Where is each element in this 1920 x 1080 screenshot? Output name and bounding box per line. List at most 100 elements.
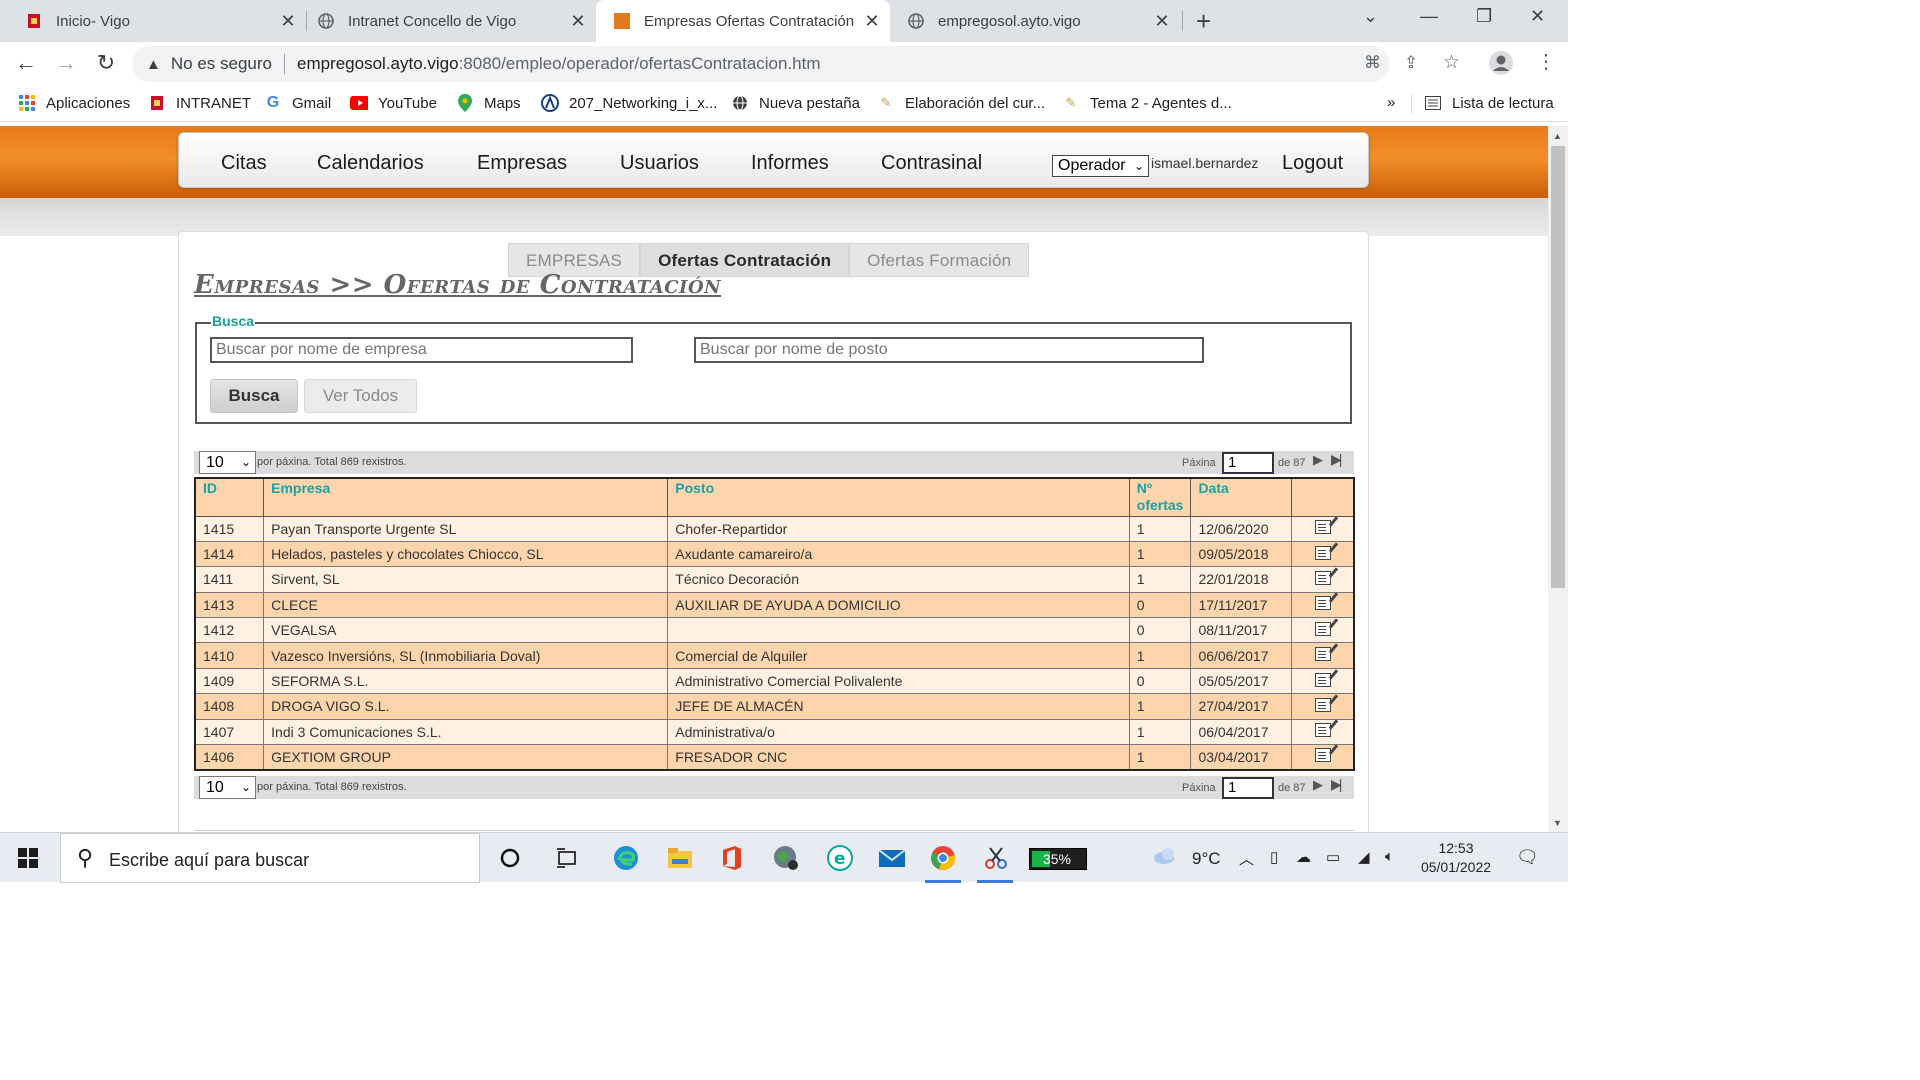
task-view-icon[interactable]	[554, 844, 582, 872]
subtab-ofertas-formacion[interactable]: Ofertas Formación	[849, 243, 1030, 277]
restore-icon[interactable]: ❐	[1476, 6, 1492, 27]
table-row[interactable]: 1410 Vazesco Inversións, SL (Inmobiliari…	[194, 642, 1355, 669]
tab-search-chevron-icon[interactable]: ⌄	[1363, 6, 1378, 27]
globe-app-icon[interactable]	[772, 844, 800, 872]
close-tab-icon[interactable]: ✕	[1152, 11, 1172, 32]
edit-icon[interactable]	[1314, 520, 1331, 535]
scrollbar-thumb[interactable]	[1551, 146, 1565, 588]
edit-icon[interactable]	[1314, 570, 1331, 585]
e-app-icon[interactable]: e	[826, 844, 854, 872]
chrome-icon[interactable]	[929, 844, 957, 872]
reload-icon[interactable]: ↻	[92, 50, 120, 76]
battery-icon[interactable]: ▭	[1326, 848, 1340, 866]
windows-start-icon[interactable]	[18, 848, 38, 868]
wifi-icon[interactable]: ◢	[1358, 848, 1370, 866]
omnibox[interactable]: ▲ No es seguro empregosol.ayto.vigo:8080…	[132, 46, 1390, 82]
menu-citas[interactable]: Citas	[221, 152, 267, 175]
next-page-icon[interactable]: ▶	[1313, 777, 1323, 793]
edit-icon[interactable]	[1314, 723, 1331, 738]
edit-icon[interactable]	[1314, 596, 1331, 611]
col-header-data[interactable]: Data	[1190, 477, 1293, 517]
close-window-icon[interactable]: ✕	[1530, 6, 1545, 27]
browser-tab-inicio-vigo[interactable]: Inicio- Vigo ✕	[8, 0, 306, 42]
edit-icon[interactable]	[1314, 647, 1331, 662]
menu-calendarios[interactable]: Calendarios	[317, 152, 424, 175]
col-header-id[interactable]: ID	[194, 477, 265, 517]
page-number-input[interactable]: 1	[1222, 452, 1274, 474]
device-icon[interactable]: ▯	[1270, 848, 1278, 866]
mail-icon[interactable]	[878, 844, 906, 872]
close-tab-icon[interactable]: ✕	[862, 11, 882, 32]
profile-avatar-icon[interactable]	[1488, 50, 1514, 81]
onedrive-cloud-icon[interactable]: ☁	[1296, 848, 1311, 866]
edit-icon[interactable]	[1314, 697, 1331, 712]
menu-contrasinal[interactable]: Contrasinal	[881, 152, 982, 175]
per-page-select[interactable]: 10 ⌄	[199, 451, 256, 474]
edit-icon[interactable]	[1314, 672, 1331, 687]
search-empresa-input[interactable]	[210, 337, 633, 363]
bookmark-aplicaciones[interactable]: Aplicaciones	[18, 94, 130, 112]
browser-tab-intranet[interactable]: Intranet Concello de Vigo ✕	[300, 0, 596, 42]
bookmark-tema-2[interactable]: ✎ Tema 2 - Agentes d...	[1062, 94, 1232, 112]
table-row[interactable]: 1415 Payan Transporte Urgente SL Chofer-…	[194, 515, 1355, 542]
browser-tab-empregosol[interactable]: empregosol.ayto.vigo ✕	[890, 0, 1180, 42]
page-number-input[interactable]: 1	[1222, 777, 1274, 799]
edit-icon[interactable]	[1314, 621, 1331, 636]
bookmarks-overflow[interactable]: »	[1387, 94, 1395, 111]
forward-arrow-icon[interactable]: →	[52, 50, 80, 76]
battery-widget[interactable]: 35%	[1029, 848, 1087, 870]
table-row[interactable]: 1413 CLECE AUXILIAR DE AYUDA A DOMICILIO…	[194, 591, 1355, 619]
next-page-icon[interactable]: ▶	[1313, 452, 1323, 468]
bookmark-maps[interactable]: Maps	[456, 94, 521, 112]
taskbar-search-box[interactable]: ⚲ Escribe aquí para buscar	[60, 833, 480, 883]
scroll-down-arrow-icon[interactable]: ▼	[1553, 818, 1562, 828]
scroll-up-arrow-icon[interactable]: ▲	[1553, 131, 1562, 141]
page-scrollbar[interactable]: ▲ ▼	[1548, 126, 1568, 832]
table-row[interactable]: 1412 VEGALSA 0 08/11/2017	[194, 617, 1355, 644]
logout-link[interactable]: Logout	[1282, 152, 1343, 175]
reading-list[interactable]: Lista de lectura	[1424, 94, 1554, 112]
ver-todos-button[interactable]: Ver Todos	[304, 379, 417, 413]
table-row[interactable]: 1407 Indi 3 Comunicaciones S.L. Administ…	[194, 718, 1355, 746]
table-row[interactable]: 1411 Sirvent, SL Técnico Decoración 1 22…	[194, 566, 1355, 593]
col-header-n-ofertas[interactable]: Nº ofertas	[1128, 477, 1192, 517]
busca-button[interactable]: Busca	[210, 379, 298, 413]
translate-icon[interactable]: ⌘	[1364, 53, 1381, 73]
bookmark-intranet[interactable]: INTRANET	[148, 94, 251, 112]
office-icon[interactable]	[718, 844, 746, 872]
taskbar-clock[interactable]: 12:53 05/01/2022	[1416, 839, 1496, 877]
file-explorer-icon[interactable]	[666, 844, 694, 872]
last-page-icon[interactable]: ▶|	[1331, 776, 1343, 793]
menu-informes[interactable]: Informes	[751, 152, 829, 175]
table-row[interactable]: 1414 Helados, pasteles y chocolates Chio…	[194, 540, 1355, 568]
edge-browser-icon[interactable]	[612, 844, 640, 872]
notification-center-icon[interactable]: 🗨︎	[1516, 847, 1539, 868]
table-row[interactable]: 1409 SEFORMA S.L. Administrativo Comerci…	[194, 667, 1355, 695]
cortana-icon[interactable]	[496, 844, 524, 872]
bookmark-youtube[interactable]: YouTube	[350, 94, 437, 112]
volume-icon[interactable]: 🔈︎	[1385, 848, 1394, 865]
col-header-empresa[interactable]: Empresa	[263, 477, 669, 517]
edit-icon[interactable]	[1314, 545, 1331, 560]
back-arrow-icon[interactable]: ←	[12, 50, 40, 76]
menu-usuarios[interactable]: Usuarios	[620, 152, 699, 175]
close-tab-icon[interactable]: ✕	[278, 11, 298, 32]
table-row[interactable]: 1408 DROGA VIGO S.L. JEFE DE ALMACÉN 1 2…	[194, 693, 1355, 720]
bookmark-star-icon[interactable]: ☆	[1443, 51, 1460, 74]
role-select[interactable]: Operador ⌄	[1052, 155, 1149, 177]
menu-empresas[interactable]: Empresas	[477, 152, 567, 175]
warning-triangle-icon[interactable]: ▲	[146, 56, 161, 73]
bookmark-networking[interactable]: 207_Networking_i_x...	[541, 94, 717, 112]
bookmark-nueva-pestana[interactable]: Nueva pestaña	[731, 94, 860, 112]
kebab-menu-icon[interactable]: ⋮	[1536, 49, 1556, 74]
bookmark-gmail[interactable]: G Gmail	[264, 94, 331, 112]
last-page-icon[interactable]: ▶|	[1331, 451, 1343, 468]
col-header-posto[interactable]: Posto	[667, 477, 1130, 517]
snipping-tool-icon[interactable]	[982, 844, 1010, 872]
tray-expand-chevron-icon[interactable]: ︿	[1239, 848, 1254, 869]
bookmark-elaboracion[interactable]: ✎ Elaboración del cur...	[877, 94, 1046, 112]
browser-tab-empresas-ofertas[interactable]: Empresas Ofertas Contratación ✕	[596, 0, 890, 42]
table-row[interactable]: 1406 GEXTIOM GROUP FRESADOR CNC 1 03/04/…	[194, 744, 1355, 771]
new-tab-icon[interactable]: +	[1196, 6, 1211, 37]
share-icon[interactable]: ⇪	[1404, 53, 1418, 73]
